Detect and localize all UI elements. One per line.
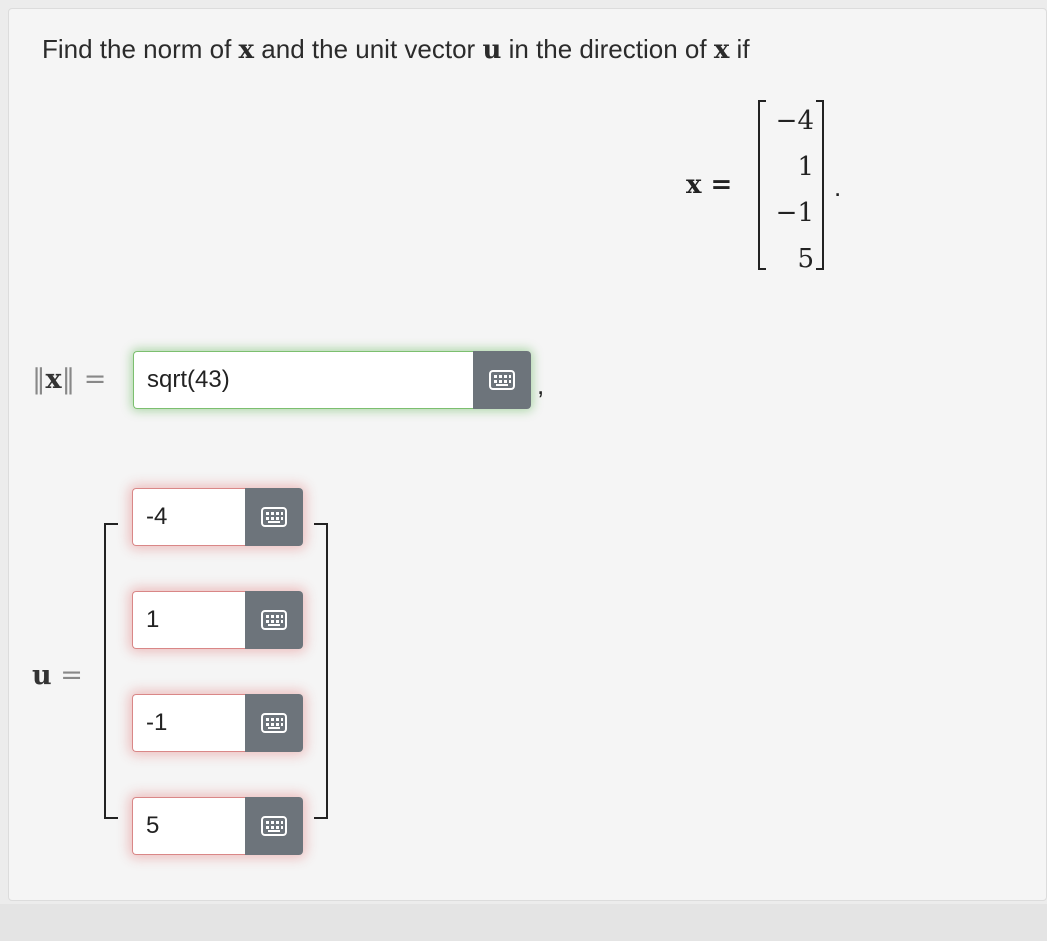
prompt-x-symbol: x [238,35,255,65]
norm-comma: , [537,370,545,400]
keyboard-icon [261,507,287,527]
unit-vector-field-1: -4 [132,488,303,546]
keyboard-icon [261,816,287,836]
unit-vector-field-4: 5 [132,797,303,855]
unit-vector-field-2: 1 [132,591,303,649]
right-bracket [816,100,824,270]
keyboard-icon [261,610,287,630]
norm-label: ‖x‖ = [32,364,107,395]
prompt-suffix: if [729,34,750,64]
unit-vector-keyboard-button-3[interactable] [245,694,303,752]
unit-vector-right-bracket [314,523,328,819]
prompt-suffix-pre: in the direction of [501,34,714,64]
unit-vector-keyboard-button-4[interactable] [245,797,303,855]
unit-vector-input-4[interactable]: 5 [132,797,245,855]
prompt-middle: and the unit vector [254,34,483,64]
page-bottom-strip [0,904,1047,941]
unit-vector-input-1[interactable]: -4 [132,488,245,546]
unit-vector-keyboard-button-2[interactable] [245,591,303,649]
given-vector-entries: −4 1 −1 5 [764,98,820,282]
norm-input[interactable]: sqrt(43) [133,351,473,409]
prompt-x-symbol-2: x [713,35,730,65]
unit-vector-label: u = [32,660,83,691]
question-card [8,8,1047,901]
given-vector-lhs: x = [686,170,733,200]
keyboard-icon [489,370,515,390]
given-entry-4: 5 [797,244,814,274]
given-entry-1: −4 [775,106,814,136]
given-vector-period: . [834,172,842,202]
unit-vector-input-3[interactable]: -1 [132,694,245,752]
unit-vector-left-bracket [104,523,118,819]
keyboard-icon [261,713,287,733]
unit-vector-keyboard-button-1[interactable] [245,488,303,546]
prompt-prefix: Find the norm of [42,34,239,64]
given-entry-2: 1 [797,152,814,182]
given-entry-3: −1 [775,198,814,228]
unit-vector-input-2[interactable]: 1 [132,591,245,649]
unit-vector-field-3: -1 [132,694,303,752]
norm-answer-field: sqrt(43) [133,351,531,409]
question-prompt: Find the norm of x and the unit vector u… [42,34,750,65]
prompt-u-symbol: u [482,35,502,65]
norm-keyboard-button[interactable] [473,351,531,409]
